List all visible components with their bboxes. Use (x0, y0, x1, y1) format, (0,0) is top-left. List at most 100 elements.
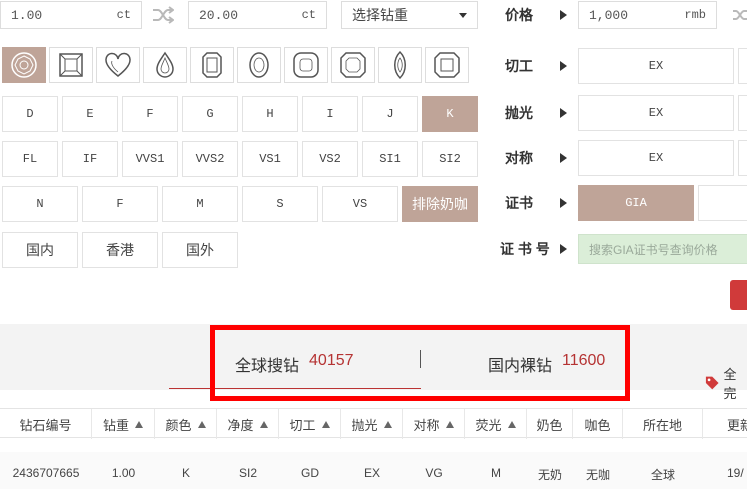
price-min-value: 1,000 (589, 7, 629, 23)
col-location: 所在地 (623, 409, 703, 439)
fluor-f-button[interactable]: F (82, 186, 158, 222)
radiant-shape-icon (340, 52, 366, 78)
shape-princess-button[interactable] (49, 47, 93, 83)
sort-up-icon (259, 420, 268, 428)
color-e-button[interactable]: E (62, 96, 118, 132)
cert-number-label: 证 书 号 (500, 241, 550, 257)
swap-range-icon[interactable] (732, 7, 747, 23)
col-symmetry[interactable]: 对称 (403, 409, 465, 439)
fluor-s-button[interactable]: S (242, 186, 318, 222)
cell-location: 全球 (650, 468, 675, 482)
polish-label: 抛光 (505, 105, 533, 121)
search-button[interactable] (730, 280, 747, 310)
cell-stone-id: 2436707665 (12, 466, 80, 480)
carat-min-value: 1.00 (11, 7, 43, 23)
origin-overseas-button[interactable]: 国外 (162, 232, 238, 268)
shape-oval-button[interactable] (237, 47, 281, 83)
swap-range-icon[interactable] (152, 5, 174, 25)
carat-min-input[interactable]: 1.00 ct (0, 1, 142, 29)
shape-radiant-button[interactable] (331, 47, 375, 83)
arrow-right-icon (560, 153, 567, 163)
price-min-input[interactable]: 1,000 rmb (578, 1, 717, 29)
cert-next-button[interactable] (698, 185, 747, 221)
shape-marquise-button[interactable] (378, 47, 422, 83)
color-k-button[interactable]: K (422, 96, 478, 132)
clarity-si1-button[interactable]: SI1 (362, 141, 418, 177)
sort-up-icon (507, 420, 516, 428)
origin-domestic-button[interactable]: 国内 (2, 232, 78, 268)
clarity-vs1-button[interactable]: VS1 (242, 141, 298, 177)
cell-color: K (181, 466, 190, 480)
shape-emerald-button[interactable] (190, 47, 234, 83)
polish-next-button[interactable] (738, 95, 747, 131)
origin-hongkong-button[interactable]: 香港 (82, 232, 158, 268)
price-unit: rmb (684, 8, 706, 22)
marquise-shape-icon (394, 50, 406, 80)
symmetry-ex-button[interactable]: EX (578, 140, 734, 176)
price-label: 价格 (505, 7, 533, 23)
carat-select[interactable]: 选择钻重 (341, 1, 478, 29)
asscher-shape-icon (434, 52, 460, 78)
clarity-fl-button[interactable]: FL (2, 141, 58, 177)
carat-min-unit: ct (116, 8, 131, 22)
carat-max-value: 20.00 (199, 7, 239, 23)
cell-polish: EX (363, 466, 380, 480)
col-clarity[interactable]: 净度 (217, 409, 279, 439)
fluor-vs-button[interactable]: VS (322, 186, 398, 222)
round-shape-icon (11, 52, 37, 78)
col-cut[interactable]: 切工 (279, 409, 341, 439)
sort-up-icon (135, 420, 143, 428)
arrow-right-icon (560, 244, 567, 254)
shape-round-button[interactable] (2, 47, 46, 83)
carat-select-value: 选择钻重 (352, 7, 408, 23)
princess-shape-icon (59, 53, 83, 77)
color-i-button[interactable]: I (302, 96, 358, 132)
filter-panel: 1.00 ct 20.00 ct 选择钻重 价格 1,000 rmb D E F… (0, 0, 747, 324)
heart-shape-icon (105, 52, 131, 77)
color-h-button[interactable]: H (242, 96, 298, 132)
chevron-down-icon (459, 12, 467, 18)
shape-cushion-button[interactable] (284, 47, 328, 83)
cert-label: 证书 (505, 195, 533, 211)
sort-up-icon (321, 420, 330, 428)
oval-shape-icon (249, 52, 269, 78)
col-milky: 奶色 (527, 409, 573, 439)
cut-next-button[interactable] (738, 48, 747, 84)
cert-number-input[interactable]: 搜索GIA证书号查询价格 (578, 234, 747, 264)
sort-up-icon (197, 420, 206, 428)
carat-max-input[interactable]: 20.00 ct (188, 1, 327, 29)
cell-carat: 1.00 (111, 466, 136, 480)
cert-gia-button[interactable]: GIA (578, 185, 694, 221)
table-row[interactable]: 2436707665 1.00 K SI2 GD EX VG M 无奶 无咖 全… (0, 452, 747, 489)
arrow-right-icon (560, 108, 567, 118)
clarity-vvs2-button[interactable]: VVS2 (182, 141, 238, 177)
symmetry-next-button[interactable] (738, 140, 747, 176)
tag-filter[interactable]: 全完 (705, 364, 747, 402)
col-carat[interactable]: 钻重 (92, 409, 155, 439)
shape-heart-button[interactable] (96, 47, 140, 83)
clarity-vs2-button[interactable]: VS2 (302, 141, 358, 177)
cut-ex-button[interactable]: EX (578, 48, 734, 84)
shape-pear-button[interactable] (143, 47, 187, 83)
color-g-button[interactable]: G (182, 96, 238, 132)
clarity-vvs1-button[interactable]: VVS1 (122, 141, 178, 177)
clarity-si2-button[interactable]: SI2 (422, 141, 478, 177)
col-color[interactable]: 颜色 (155, 409, 217, 439)
cell-cut: GD (301, 466, 319, 480)
color-f-button[interactable]: F (122, 96, 178, 132)
clarity-if-button[interactable]: IF (62, 141, 118, 177)
color-d-button[interactable]: D (2, 96, 58, 132)
col-updated: 更新 (727, 417, 747, 433)
color-j-button[interactable]: J (362, 96, 418, 132)
fluor-n-button[interactable]: N (2, 186, 78, 222)
fluor-m-button[interactable]: M (162, 186, 238, 222)
table-header: 钻石编号 钻重 颜色 净度 切工 抛光 对称 荧光 奶色 咖色 所在地 更新 (0, 408, 747, 439)
col-polish[interactable]: 抛光 (341, 409, 403, 439)
tag-icon (705, 376, 719, 390)
highlight-box (210, 325, 630, 401)
shape-asscher-button[interactable] (425, 47, 469, 83)
exclude-milky-button[interactable]: 排除奶咖 (402, 186, 478, 222)
arrow-right-icon (560, 10, 567, 20)
col-fluorescence[interactable]: 荧光 (465, 409, 527, 439)
polish-ex-button[interactable]: EX (578, 95, 734, 131)
